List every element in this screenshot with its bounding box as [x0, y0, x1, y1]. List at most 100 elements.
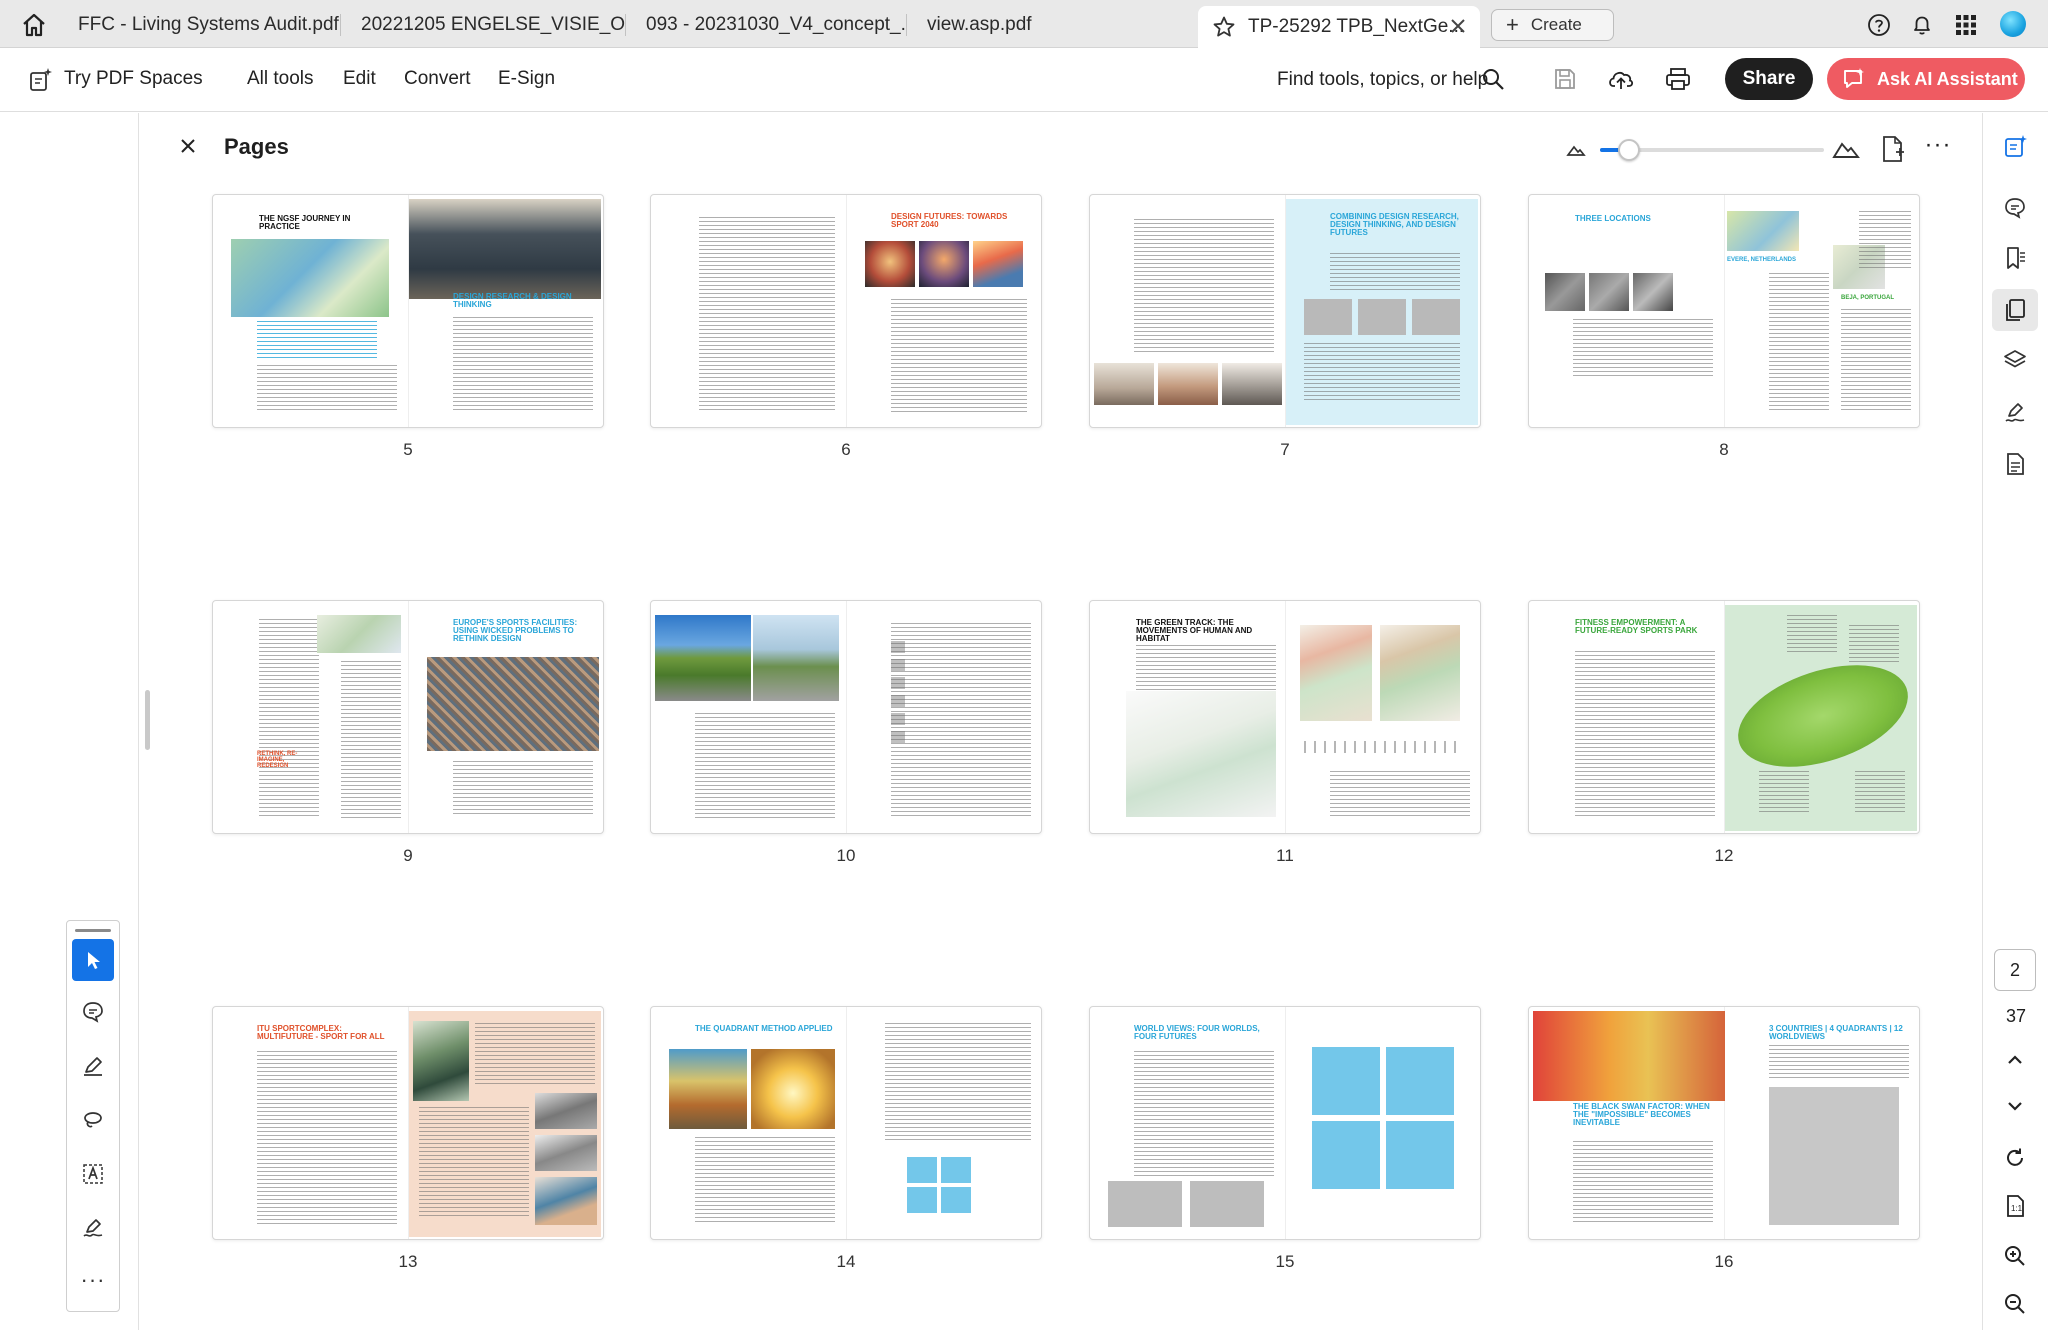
edit-menu[interactable]: Edit	[343, 68, 376, 90]
page-thumbnail-12[interactable]: FITNESS EMPOWERMENT: A FUTURE-READY SPOR…	[1528, 600, 1920, 834]
esign-menu[interactable]: E-Sign	[498, 68, 555, 90]
try-pdf-spaces-button[interactable]: Try PDF Spaces	[64, 68, 203, 90]
page-heading: THREE LOCATIONS	[1575, 214, 1651, 223]
ai-generative-summary-button[interactable]	[1992, 125, 2038, 167]
zoom-in-icon	[2005, 1246, 2025, 1266]
save-icon[interactable]	[1552, 66, 1578, 92]
slider-thumb[interactable]	[1618, 139, 1640, 161]
text-block	[257, 1051, 397, 1225]
page-thumbnail-8[interactable]: THREE LOCATIONS EVERE, NETHERLANDS BEJA,…	[1528, 194, 1920, 428]
cloud-upload-icon[interactable]	[1607, 66, 1635, 92]
refresh-button[interactable]	[1992, 1137, 2038, 1179]
text-block	[1575, 651, 1715, 819]
comment-tool-button[interactable]	[72, 991, 114, 1033]
print-icon[interactable]	[1664, 66, 1692, 92]
page-number: 9	[403, 846, 413, 865]
layers-panel-button[interactable]	[1992, 339, 2038, 381]
thumbnail-size-slider[interactable]	[1600, 139, 1824, 161]
avatar[interactable]	[2000, 11, 2026, 37]
find-tools-search[interactable]: Find tools, topics, or help	[1277, 69, 1488, 91]
refresh-icon	[2007, 1148, 2023, 1166]
share-button[interactable]: Share	[1725, 58, 1813, 100]
bookmarks-panel-button[interactable]	[1992, 237, 2038, 279]
text-block	[1330, 253, 1460, 293]
thumbnail-size-large-icon[interactable]	[1832, 136, 1860, 162]
page-image	[535, 1093, 597, 1129]
tab-document-4[interactable]: view.asp.pdf	[907, 6, 1197, 44]
page-thumbnail-16[interactable]: THE BLACK SWAN FACTOR: WHEN THE "IMPOSSI…	[1528, 1006, 1920, 1240]
text-block	[1859, 211, 1911, 271]
notifications-button[interactable]	[1909, 12, 1935, 38]
page-heading: 3 COUNTRIES | 4 QUADRANTS | 12 WORLDVIEW…	[1769, 1024, 1903, 1041]
close-icon[interactable]	[1448, 16, 1468, 36]
tab-document-1[interactable]: FFC - Living Systems Audit.pdf	[58, 6, 340, 44]
select-tool-button[interactable]	[72, 939, 114, 981]
lasso-tool-button[interactable]	[72, 1099, 114, 1141]
page-number: 16	[1714, 1252, 1734, 1271]
tab-document-2[interactable]: 20221205 ENGELSE_VISIE_OP...	[341, 6, 625, 44]
previous-page-button[interactable]	[1992, 1039, 2038, 1081]
more-options-button[interactable]: ···	[1924, 131, 1952, 162]
page-image	[1633, 273, 1673, 311]
comments-panel-button[interactable]	[1992, 187, 2038, 229]
page-image	[427, 657, 599, 751]
insert-page-icon[interactable]	[1880, 134, 1906, 164]
more-icon: ···	[80, 1267, 106, 1292]
more-tools-button[interactable]: ···	[72, 1259, 114, 1301]
page-heading: THE QUADRANT METHOD APPLIED	[695, 1024, 833, 1033]
page-thumbnail-9[interactable]: RETHINK, RE-IMAGINE, REDESIGN EUROPE'S S…	[212, 600, 604, 834]
page-fit-button[interactable]: 1:1	[1992, 1185, 2038, 1227]
zoom-out-button[interactable]	[1992, 1283, 2038, 1325]
page-image	[231, 239, 389, 317]
sign-tool-button[interactable]	[72, 1207, 114, 1249]
page-heading: EVERE, NETHERLANDS	[1727, 257, 1797, 263]
page-image	[535, 1135, 597, 1171]
next-page-button[interactable]	[1992, 1085, 2038, 1127]
page-heading: EUROPE'S SPORTS FACILITIES: USING WICKED…	[453, 618, 578, 643]
all-tools-menu[interactable]: All tools	[247, 68, 314, 90]
page-heading: RETHINK, RE-IMAGINE, REDESIGN	[257, 751, 298, 769]
create-tab-button[interactable]: + Create	[1491, 9, 1614, 41]
page-thumbnail-5[interactable]: THE NGSF JOURNEY IN PRACTICE DESIGN RESE…	[212, 194, 604, 428]
page-thumbnail-11[interactable]: THE GREEN TRACK: THE MOVEMENTS OF HUMAN …	[1089, 600, 1481, 834]
draw-tool-button[interactable]	[72, 1045, 114, 1087]
document-properties-button[interactable]	[1992, 443, 2038, 485]
thumbnail-size-small-icon[interactable]	[1564, 138, 1588, 162]
panel-title: Pages	[224, 134, 289, 159]
home-button[interactable]	[14, 10, 54, 40]
ask-ai-assistant-button[interactable]: Ask AI Assistant	[1827, 58, 2025, 100]
page-thumbnail-13[interactable]: ITU SPORTCOMPLEX: MULTIFUTURE - SPORT FO…	[212, 1006, 604, 1240]
star-icon[interactable]	[1212, 14, 1238, 40]
more-icon: ···	[1924, 131, 1952, 158]
page-heading: THE GREEN TRACK: THE MOVEMENTS OF HUMAN …	[1136, 618, 1253, 643]
convert-menu[interactable]: Convert	[404, 68, 471, 90]
search-icon[interactable]	[1481, 67, 1505, 91]
text-box-tool-button[interactable]	[72, 1153, 114, 1195]
fill-sign-panel-button[interactable]	[1992, 391, 2038, 433]
zoom-in-button[interactable]	[1992, 1235, 2038, 1277]
page-image	[1158, 363, 1218, 405]
quadrant-box	[907, 1187, 937, 1213]
panel-resize-handle[interactable]	[145, 690, 150, 750]
page-thumbnail-15[interactable]: WORLD VIEWS: FOUR WORLDS, FOUR FUTURES	[1089, 1006, 1481, 1240]
toolbar-grip[interactable]	[75, 929, 111, 932]
text-block	[885, 1023, 1031, 1143]
apps-button[interactable]	[1953, 12, 1979, 38]
current-page-input[interactable]: 2	[1994, 949, 2036, 991]
pen-icon	[84, 1057, 102, 1076]
page-thumbnail-6[interactable]: DESIGN FUTURES: TOWARDS SPORT 2040	[650, 194, 1042, 428]
text-block	[475, 1023, 595, 1087]
page-thumbnail-10[interactable]	[650, 600, 1042, 834]
page-image	[535, 1177, 597, 1225]
tab-document-active[interactable]: TP-25292 TPB_NextGe...	[1198, 6, 1480, 48]
pages-panel-button[interactable]	[1992, 289, 2038, 331]
page-thumbnail-7[interactable]: COMBINING DESIGN RESEARCH, DESIGN THINKI…	[1089, 194, 1481, 428]
text-block	[1134, 219, 1274, 355]
page-image	[1589, 273, 1629, 311]
tab-document-3[interactable]: 093 - 20231030_V4_concept_...	[626, 6, 906, 44]
page-image	[1727, 211, 1799, 251]
page-thumbnail-14[interactable]: THE QUADRANT METHOD APPLIED	[650, 1006, 1042, 1240]
close-icon[interactable]	[176, 134, 200, 158]
help-button[interactable]	[1866, 12, 1892, 38]
page-image	[1380, 625, 1460, 721]
